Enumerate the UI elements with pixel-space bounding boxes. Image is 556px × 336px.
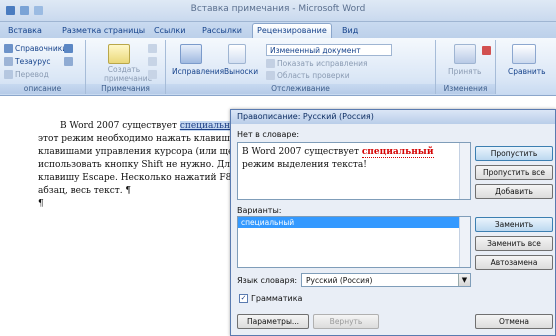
previous-comment-icon xyxy=(148,57,157,66)
display-for-review-value: Измененный документ xyxy=(270,46,361,55)
not-in-dictionary-label: Нет в словаре: xyxy=(237,130,300,139)
replace-all-button[interactable]: Заменить все xyxy=(475,236,553,251)
translate-icon xyxy=(4,70,13,79)
group-compare: Сравнить xyxy=(496,40,556,94)
thesaurus-icon xyxy=(4,57,13,66)
grammar-label: Грамматика xyxy=(251,294,303,303)
thesaurus-button[interactable]: Тезаурус xyxy=(4,57,51,66)
reviewing-pane-icon xyxy=(266,71,275,80)
reviewing-pane-label: Область проверки xyxy=(277,71,350,80)
doc-line-4: использовать кнопку Shift не нужно. Для … xyxy=(38,160,248,170)
textbox-scrollbar[interactable] xyxy=(459,143,470,199)
undo-button[interactable]: Вернуть xyxy=(313,314,379,329)
suggestions-scrollbar[interactable] xyxy=(459,217,470,267)
document-text[interactable]: В Word 2007 существует специальный реж э… xyxy=(38,120,248,211)
track-changes-label: Исправления xyxy=(172,67,225,76)
doc-line-3: клавишами управления курсора (или щелчко… xyxy=(38,147,248,157)
sentence-part1: В Word 2007 существует xyxy=(242,147,362,157)
track-changes-button[interactable]: Исправления xyxy=(172,67,224,76)
abc-check-icon xyxy=(64,44,73,53)
doc-line-7: ¶ xyxy=(38,199,44,209)
reviewing-pane-button[interactable]: Область проверки xyxy=(266,71,350,80)
show-markup-icon xyxy=(266,59,275,68)
reject-button[interactable] xyxy=(482,46,491,55)
sentence-part2: режим выделения текста! xyxy=(242,160,367,170)
dictionary-language-value: Русский (Россия) xyxy=(306,276,373,285)
tab-page-layout[interactable]: Разметка страницы xyxy=(58,24,149,38)
show-markup-label: Показать исправления xyxy=(277,59,368,68)
group-proofing: Справочники Тезаурус Перевод описание xyxy=(0,40,86,94)
translate-button[interactable]: Перевод xyxy=(4,70,49,79)
balloons-button[interactable]: Выноски xyxy=(224,67,258,76)
dictionary-language-label: Язык словаря: xyxy=(237,276,298,285)
next-comment-button[interactable] xyxy=(148,70,157,79)
ribbon-tabs: Вставка Разметка страницы Ссылки Рассылк… xyxy=(0,22,556,38)
new-comment-icon xyxy=(108,44,130,64)
group-proofing-label: описание xyxy=(0,84,85,94)
delete-comment-button[interactable] xyxy=(148,44,157,53)
grammar-checkbox[interactable]: ✓ xyxy=(239,294,248,303)
autocorrect-button[interactable]: Автозамена xyxy=(475,255,553,270)
doc-line-6: абзац, весь текст. ¶ xyxy=(38,186,132,196)
ribbon: Справочники Тезаурус Перевод описание Со… xyxy=(0,38,556,96)
show-markup-button[interactable]: Показать исправления xyxy=(266,59,368,68)
chevron-down-icon[interactable]: ▼ xyxy=(458,274,470,286)
suggestions-list[interactable]: специальный xyxy=(237,216,471,268)
suggestions-label: Варианты: xyxy=(237,206,282,215)
doc-line-1: В Word 2007 существует специальный реж xyxy=(60,121,248,131)
compare-icon xyxy=(512,44,536,64)
new-comment-line1: Создать xyxy=(107,65,141,74)
word-count-button[interactable] xyxy=(64,57,73,66)
cancel-button[interactable]: Отмена xyxy=(475,314,553,329)
group-comments: Создать примечание Примечания xyxy=(86,40,166,94)
next-comment-icon xyxy=(148,70,157,79)
delete-comment-icon xyxy=(148,44,157,53)
track-changes-icon xyxy=(180,44,202,64)
book-icon xyxy=(4,44,13,53)
tab-mailings[interactable]: Рассылки xyxy=(198,24,246,38)
accept-button[interactable]: Принять xyxy=(448,67,481,76)
doc-line-5: клавишу Escape. Несколько нажатий F8 пос… xyxy=(38,173,248,183)
group-comments-label: Примечания xyxy=(86,84,165,94)
reject-icon xyxy=(482,46,491,55)
research-label: Справочники xyxy=(15,44,68,53)
tab-insert[interactable]: Вставка xyxy=(4,24,46,38)
dialog-title: Правописание: Русский (Россия) xyxy=(231,110,555,124)
error-word: специальный xyxy=(361,147,434,158)
accept-icon xyxy=(454,44,476,64)
translate-label: Перевод xyxy=(15,70,49,79)
new-comment-line2: примечание xyxy=(104,74,153,83)
compare-button[interactable]: Сравнить xyxy=(508,67,546,76)
options-button[interactable]: Параметры... xyxy=(237,314,309,329)
suggestion-item-selected[interactable]: специальный xyxy=(238,217,470,228)
compare-label: Сравнить xyxy=(508,67,546,76)
balloons-label: Выноски xyxy=(224,67,259,76)
group-tracking: Исправления Выноски Измененный документ … xyxy=(166,40,436,94)
group-changes-label: Изменения xyxy=(436,84,495,94)
skip-all-button[interactable]: Пропустить все xyxy=(475,165,553,180)
skip-button[interactable]: Пропустить xyxy=(475,146,553,161)
doc-line-2: этот режим необходимо нажать клавишу F8.… xyxy=(38,134,248,144)
display-for-review-select[interactable]: Измененный документ xyxy=(266,44,392,56)
research-button[interactable]: Справочники xyxy=(4,44,67,53)
not-in-dictionary-box[interactable]: В Word 2007 существует специальный режим… xyxy=(237,142,471,200)
group-tracking-label: Отслеживание xyxy=(166,84,435,94)
group-changes: Принять Изменения xyxy=(436,40,496,94)
accept-label: Принять xyxy=(448,67,482,76)
dictionary-language-select[interactable]: Русский (Россия) ▼ xyxy=(301,273,471,287)
tab-view[interactable]: Вид xyxy=(338,24,362,38)
tab-references[interactable]: Ссылки xyxy=(150,24,189,38)
abc-check-button[interactable] xyxy=(64,44,73,53)
title-bar: Вставка примечания - Microsoft Word xyxy=(0,0,556,22)
thesaurus-label: Тезаурус xyxy=(15,57,51,66)
balloons-icon xyxy=(228,44,246,64)
word-count-icon xyxy=(64,57,73,66)
add-to-dictionary-button[interactable]: Добавить xyxy=(475,184,553,199)
new-comment-button[interactable]: Создать примечание xyxy=(104,65,152,83)
window-title: Вставка примечания - Microsoft Word xyxy=(190,4,366,14)
prev-comment-button[interactable] xyxy=(148,57,157,66)
tab-review[interactable]: Рецензирование xyxy=(252,23,332,38)
replace-button[interactable]: Заменить xyxy=(475,217,553,232)
spelling-dialog: Правописание: Русский (Россия) Нет в сло… xyxy=(230,109,556,336)
